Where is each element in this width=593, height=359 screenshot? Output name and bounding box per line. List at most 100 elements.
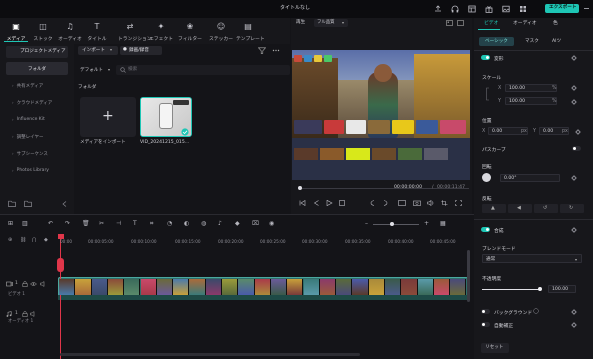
marker-track-icon[interactable]: ◆: [44, 238, 48, 243]
import-media-card[interactable]: +: [80, 97, 136, 137]
scale-x-input[interactable]: 100.00: [505, 84, 557, 92]
tab-audio[interactable]: ♫ オーディオ: [58, 22, 82, 42]
marker-icon[interactable]: ◆: [235, 221, 240, 227]
split-icon[interactable]: ✂: [99, 221, 104, 227]
quality-dropdown[interactable]: フル品質 ▾: [314, 19, 348, 27]
inspector-tab-1[interactable]: オーディオ: [513, 21, 537, 27]
render-icon[interactable]: [398, 200, 406, 206]
sidebar-item-3[interactable]: › Influence Kit: [6, 113, 68, 126]
grid-icon[interactable]: [519, 5, 527, 13]
zoom-in-icon[interactable]: +: [424, 221, 429, 227]
path-curve-toggle[interactable]: [572, 146, 581, 151]
timeline-horizontal-scrollbar[interactable]: [60, 353, 360, 356]
gift-icon[interactable]: [485, 5, 493, 13]
snapshot-icon[interactable]: ⌧: [252, 221, 259, 227]
fullscreen-icon[interactable]: [455, 200, 462, 206]
sort-dropdown[interactable]: デフォルト ▾: [78, 66, 114, 75]
snapshot-icon[interactable]: [413, 200, 421, 206]
eye-icon[interactable]: [30, 281, 37, 287]
tab-filter[interactable]: ❀ フィルター: [178, 22, 202, 42]
mark-in-icon[interactable]: [370, 200, 375, 206]
rotate-dial[interactable]: [482, 173, 491, 182]
minimize-icon[interactable]: [584, 7, 590, 10]
image-icon[interactable]: [502, 5, 510, 13]
playhead-line[interactable]: [60, 234, 61, 359]
headphones-icon[interactable]: [451, 5, 459, 13]
rotate-right-button[interactable]: ↻: [560, 204, 584, 213]
crop-icon[interactable]: [441, 200, 448, 206]
zoom-out-icon[interactable]: –: [365, 221, 368, 227]
audio-icon[interactable]: ♪: [218, 221, 222, 227]
link-tracks-icon[interactable]: ⛓: [20, 238, 26, 243]
add-track-icon[interactable]: ⊕: [8, 238, 12, 243]
inspector-subtab-1[interactable]: マスク: [525, 39, 539, 45]
sidebar-item-2[interactable]: › クラウドメディア: [6, 96, 68, 109]
lock-icon[interactable]: [22, 311, 28, 317]
record-dropdown[interactable]: ● 録画/録音: [120, 46, 162, 55]
scale-y-input[interactable]: 100.00: [505, 97, 557, 105]
zoom-slider-track[interactable]: [373, 224, 419, 225]
magnet-icon[interactable]: ⋂: [32, 238, 36, 243]
tab-transition[interactable]: ⇄ トランジション: [118, 22, 152, 42]
inspector-tab-0[interactable]: ビデオ: [484, 21, 498, 27]
collapse-panel-icon[interactable]: [62, 201, 67, 207]
media-clip-card[interactable]: [140, 97, 192, 137]
opacity-slider-handle[interactable]: [538, 287, 542, 291]
more-options-icon[interactable]: [272, 47, 280, 54]
stop-icon[interactable]: [339, 200, 345, 206]
reset-button[interactable]: リセット: [481, 343, 509, 353]
speaker-icon[interactable]: [40, 281, 47, 287]
zoom-slider-handle[interactable]: [390, 222, 394, 226]
speaker-icon[interactable]: [30, 311, 37, 317]
transform-toggle[interactable]: [481, 55, 490, 60]
new-folder-icon[interactable]: [8, 200, 16, 207]
tab-template[interactable]: ▤ テンプレート: [236, 22, 265, 42]
link-icon[interactable]: [485, 87, 491, 101]
search-field[interactable]: 検索: [116, 65, 290, 75]
lock-icon[interactable]: [22, 281, 28, 287]
layout-icon[interactable]: ▥: [22, 221, 28, 227]
grid-icon[interactable]: ▦: [440, 221, 446, 227]
rotate-input[interactable]: 0.00°: [500, 174, 560, 182]
upload-icon[interactable]: [434, 5, 442, 13]
tab-title[interactable]: T タイトル: [85, 22, 109, 42]
play-icon[interactable]: [326, 200, 333, 206]
rotate-left-button[interactable]: ↺: [534, 204, 558, 213]
tab-sticker[interactable]: ☺ ステッカー: [209, 22, 233, 42]
text-icon[interactable]: T: [133, 221, 137, 227]
blend-mode-select[interactable]: 通常 ▾: [482, 254, 582, 263]
photo-icon[interactable]: [446, 20, 453, 26]
export-button[interactable]: エクスポート: [545, 4, 579, 13]
mark-out-icon[interactable]: [383, 200, 388, 206]
composite-toggle[interactable]: [481, 227, 490, 232]
skip-back-icon[interactable]: [299, 200, 306, 206]
sidebar-item-4[interactable]: › 調整レイヤー: [6, 130, 68, 143]
timeline-vertical-scrollbar[interactable]: [467, 250, 470, 302]
speed-icon[interactable]: ◔: [167, 221, 172, 227]
opacity-input[interactable]: 100.00: [548, 285, 576, 293]
trim-icon[interactable]: ⊣: [116, 221, 121, 227]
flip-horizontal-button[interactable]: ▲: [482, 204, 506, 213]
sidebar-item-0[interactable]: フォルダ: [6, 62, 68, 75]
info-icon[interactable]: [533, 308, 539, 314]
import-dropdown[interactable]: インポート ▾: [78, 46, 118, 55]
tab-media[interactable]: ▣ メディア: [4, 22, 28, 42]
folder-icon[interactable]: [24, 200, 32, 207]
filter-icon[interactable]: [258, 47, 266, 54]
project-media-header[interactable]: プロジェクトメディア: [6, 46, 68, 58]
inspector-tab-2[interactable]: 色: [553, 21, 558, 27]
inspector-subtab-0[interactable]: ベーシック: [485, 39, 508, 45]
sidebar-item-5[interactable]: › サブシーケンス: [6, 147, 68, 160]
undo-icon[interactable]: ↶: [48, 221, 53, 227]
playback-progress-handle[interactable]: [298, 186, 302, 190]
tab-stock[interactable]: ◫ ストック: [31, 22, 55, 42]
crop-icon[interactable]: ⌗: [150, 221, 153, 227]
inspector-subtab-2[interactable]: AIツ: [552, 39, 561, 45]
sidebar-item-1[interactable]: › 共有メディア: [6, 79, 68, 92]
auto-correct-toggle[interactable]: [481, 322, 490, 327]
sidebar-item-6[interactable]: › Photos Library: [6, 164, 68, 177]
color-icon[interactable]: ◐: [184, 221, 189, 227]
playhead-marker[interactable]: [57, 258, 64, 272]
flip-vertical-button[interactable]: ◀: [508, 204, 532, 213]
layout-icon[interactable]: [468, 5, 476, 13]
